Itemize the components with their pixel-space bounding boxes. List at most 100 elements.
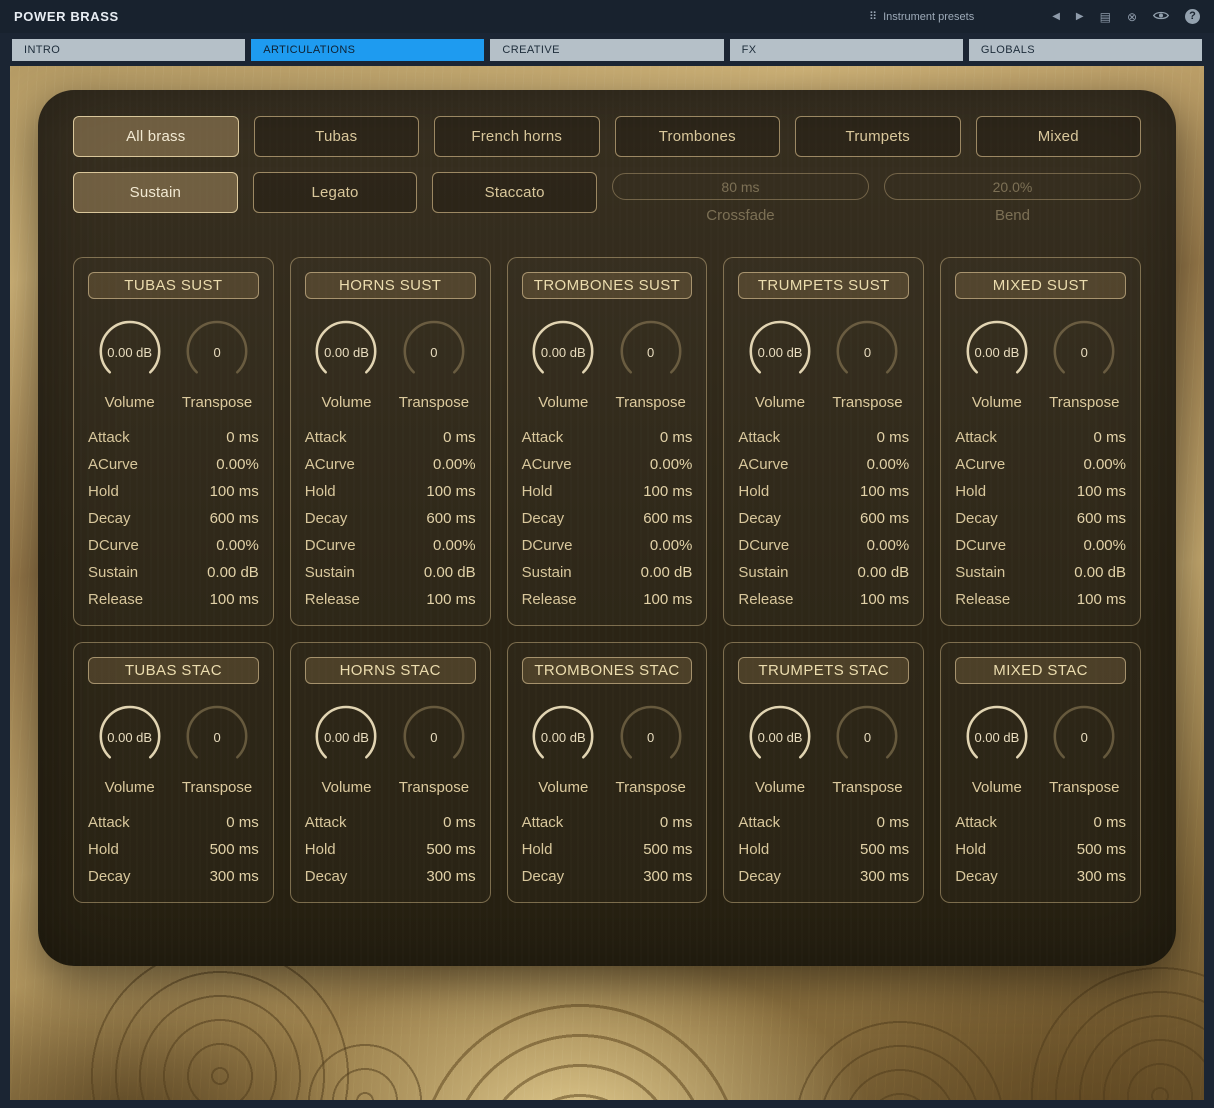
param-hold[interactable]: Hold500 ms <box>955 836 1126 863</box>
transpose-knob[interactable]: 0Transpose <box>613 315 689 411</box>
instrument-presets-button[interactable]: ⠿ Instrument presets <box>869 10 974 23</box>
articulation-button-staccato[interactable]: Staccato <box>432 172 597 213</box>
param-value[interactable]: 0.00 dB <box>207 559 259 586</box>
transpose-knob[interactable]: 0Transpose <box>179 315 255 411</box>
transpose-knob[interactable]: 0Transpose <box>829 700 905 796</box>
ensemble-button-trumpets[interactable]: Trumpets <box>795 116 961 157</box>
param-dcurve[interactable]: DCurve0.00% <box>305 532 476 559</box>
param-acurve[interactable]: ACurve0.00% <box>738 451 909 478</box>
param-attack[interactable]: Attack0 ms <box>738 809 909 836</box>
param-hold[interactable]: Hold100 ms <box>955 478 1126 505</box>
param-value[interactable]: 600 ms <box>426 505 475 532</box>
param-value[interactable]: 0.00% <box>650 532 693 559</box>
param-attack[interactable]: Attack0 ms <box>305 809 476 836</box>
param-attack[interactable]: Attack0 ms <box>88 809 259 836</box>
param-value[interactable]: 0 ms <box>1093 809 1126 836</box>
param-value[interactable]: 0.00% <box>216 451 259 478</box>
transpose-knob[interactable]: 0Transpose <box>396 315 472 411</box>
param-value[interactable]: 600 ms <box>1077 505 1126 532</box>
param-value[interactable]: 0.00% <box>867 451 910 478</box>
param-value[interactable]: 100 ms <box>643 478 692 505</box>
param-hold[interactable]: Hold100 ms <box>305 478 476 505</box>
param-value[interactable]: 100 ms <box>860 586 909 613</box>
param-value[interactable]: 0.00% <box>1083 451 1126 478</box>
param-dcurve[interactable]: DCurve0.00% <box>88 532 259 559</box>
tab-articulations[interactable]: ARTICULATIONS <box>251 39 484 61</box>
param-value[interactable]: 100 ms <box>210 478 259 505</box>
param-hold[interactable]: Hold100 ms <box>88 478 259 505</box>
param-release[interactable]: Release100 ms <box>955 586 1126 613</box>
tab-creative[interactable]: CREATIVE <box>490 39 723 61</box>
param-value[interactable]: 100 ms <box>426 586 475 613</box>
param-value[interactable]: 0 ms <box>660 809 693 836</box>
volume-knob[interactable]: 0.00 dBVolume <box>308 315 384 411</box>
tab-intro[interactable]: INTRO <box>12 39 245 61</box>
param-decay[interactable]: Decay300 ms <box>522 863 693 890</box>
volume-knob[interactable]: 0.00 dBVolume <box>308 700 384 796</box>
param-sustain[interactable]: Sustain0.00 dB <box>955 559 1126 586</box>
param-hold[interactable]: Hold500 ms <box>522 836 693 863</box>
param-value[interactable]: 500 ms <box>210 836 259 863</box>
param-hold[interactable]: Hold500 ms <box>738 836 909 863</box>
ensemble-button-trombones[interactable]: Trombones <box>615 116 781 157</box>
param-value[interactable]: 100 ms <box>860 478 909 505</box>
eye-icon[interactable] <box>1153 10 1169 23</box>
volume-knob[interactable]: 0.00 dBVolume <box>742 315 818 411</box>
param-release[interactable]: Release100 ms <box>305 586 476 613</box>
param-attack[interactable]: Attack0 ms <box>522 424 693 451</box>
param-value[interactable]: 0 ms <box>660 424 693 451</box>
param-release[interactable]: Release100 ms <box>738 586 909 613</box>
param-value[interactable]: 100 ms <box>1077 478 1126 505</box>
param-value[interactable]: 100 ms <box>1077 586 1126 613</box>
param-value[interactable]: 600 ms <box>860 505 909 532</box>
volume-knob[interactable]: 0.00 dBVolume <box>959 315 1035 411</box>
param-value[interactable]: 500 ms <box>426 836 475 863</box>
param-value[interactable]: 0 ms <box>443 424 476 451</box>
param-value[interactable]: 0 ms <box>226 809 259 836</box>
ensemble-button-mixed[interactable]: Mixed <box>976 116 1142 157</box>
param-decay[interactable]: Decay300 ms <box>955 863 1126 890</box>
transpose-knob[interactable]: 0Transpose <box>396 700 472 796</box>
panic-icon[interactable]: ⊗ <box>1127 11 1137 23</box>
param-value[interactable]: 300 ms <box>210 863 259 890</box>
volume-knob[interactable]: 0.00 dBVolume <box>92 315 168 411</box>
transpose-knob[interactable]: 0Transpose <box>829 315 905 411</box>
param-sustain[interactable]: Sustain0.00 dB <box>738 559 909 586</box>
param-value[interactable]: 600 ms <box>643 505 692 532</box>
help-icon[interactable]: ? <box>1185 9 1200 24</box>
param-acurve[interactable]: ACurve0.00% <box>305 451 476 478</box>
param-value[interactable]: 0.00 dB <box>1074 559 1126 586</box>
param-value[interactable]: 0.00 dB <box>641 559 693 586</box>
param-decay[interactable]: Decay600 ms <box>955 505 1126 532</box>
param-value[interactable]: 500 ms <box>860 836 909 863</box>
param-attack[interactable]: Attack0 ms <box>88 424 259 451</box>
volume-knob[interactable]: 0.00 dBVolume <box>959 700 1035 796</box>
ensemble-button-all-brass[interactable]: All brass <box>73 116 239 157</box>
param-decay[interactable]: Decay300 ms <box>738 863 909 890</box>
volume-knob[interactable]: 0.00 dBVolume <box>525 700 601 796</box>
param-acurve[interactable]: ACurve0.00% <box>955 451 1126 478</box>
param-attack[interactable]: Attack0 ms <box>955 809 1126 836</box>
param-dcurve[interactable]: DCurve0.00% <box>955 532 1126 559</box>
param-attack[interactable]: Attack0 ms <box>955 424 1126 451</box>
param-hold[interactable]: Hold500 ms <box>305 836 476 863</box>
param-hold[interactable]: Hold100 ms <box>522 478 693 505</box>
param-attack[interactable]: Attack0 ms <box>305 424 476 451</box>
param-dcurve[interactable]: DCurve0.00% <box>522 532 693 559</box>
tab-globals[interactable]: GLOBALS <box>969 39 1202 61</box>
param-value[interactable]: 0.00% <box>867 532 910 559</box>
param-value[interactable]: 0.00 dB <box>857 559 909 586</box>
param-value[interactable]: 300 ms <box>860 863 909 890</box>
ensemble-button-tubas[interactable]: Tubas <box>254 116 420 157</box>
param-value[interactable]: 0 ms <box>877 809 910 836</box>
param-value[interactable]: 300 ms <box>643 863 692 890</box>
param-decay[interactable]: Decay600 ms <box>305 505 476 532</box>
ensemble-button-french-horns[interactable]: French horns <box>434 116 600 157</box>
preset-next-icon[interactable]: ▶ <box>1076 12 1084 22</box>
param-attack[interactable]: Attack0 ms <box>522 809 693 836</box>
param-acurve[interactable]: ACurve0.00% <box>522 451 693 478</box>
volume-knob[interactable]: 0.00 dBVolume <box>525 315 601 411</box>
transpose-knob[interactable]: 0Transpose <box>613 700 689 796</box>
param-decay[interactable]: Decay300 ms <box>88 863 259 890</box>
volume-knob[interactable]: 0.00 dBVolume <box>742 700 818 796</box>
